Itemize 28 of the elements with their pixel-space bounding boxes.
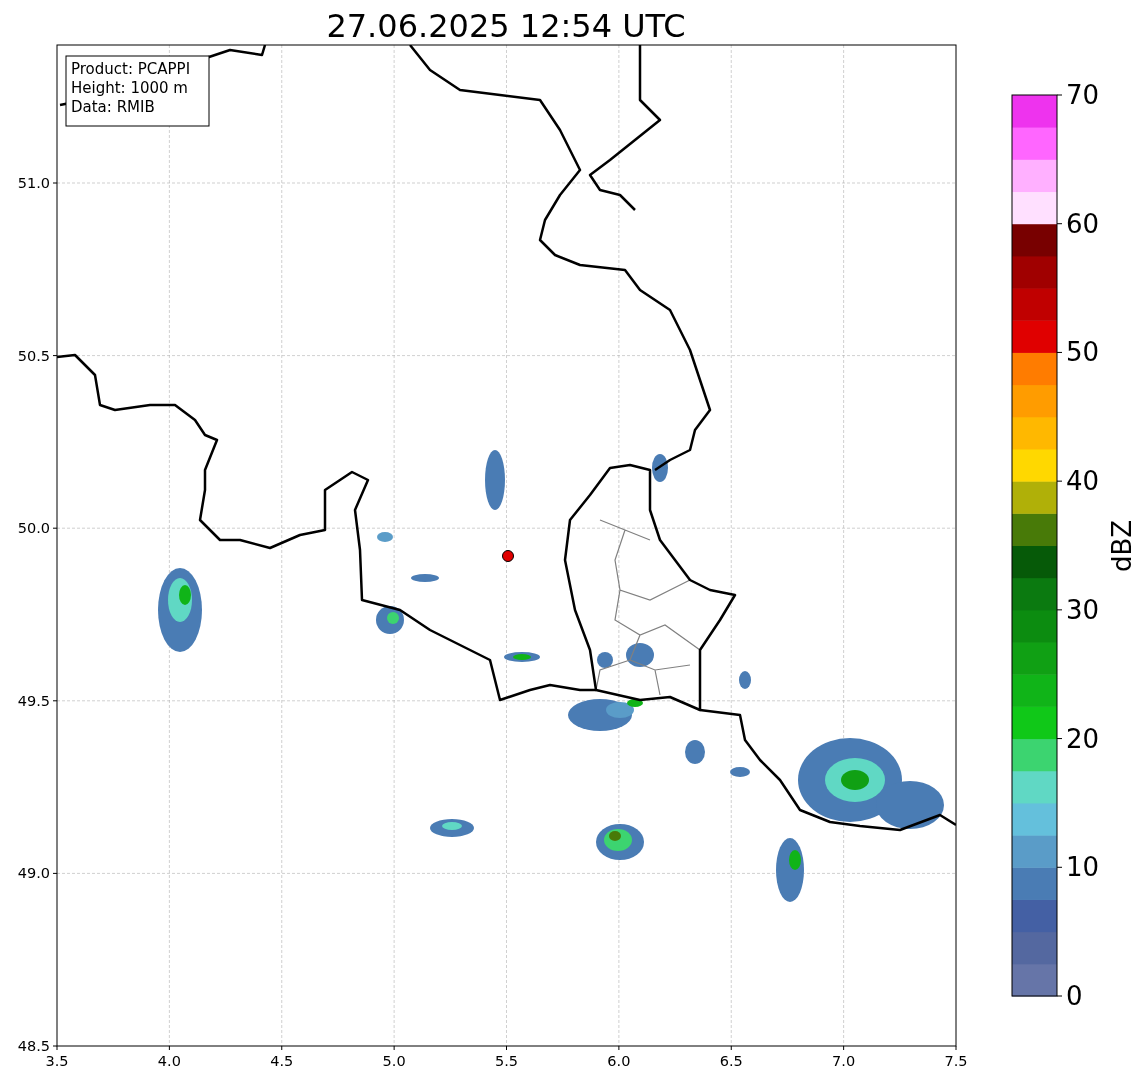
x-tick-label: 3.5 xyxy=(45,1053,69,1069)
y-tick-label: 49.0 xyxy=(17,865,50,882)
colorbar-tick-label: 10 xyxy=(1066,852,1100,883)
x-tick-label: 5.5 xyxy=(494,1053,519,1069)
colorbar-tick-label: 40 xyxy=(1066,466,1100,497)
colorbar-tick-label: 30 xyxy=(1066,594,1100,625)
y-tick-label: 50.5 xyxy=(17,347,50,364)
x-tick-label: 7.5 xyxy=(944,1053,968,1069)
colorbar-tick-label: 70 xyxy=(1066,80,1100,110)
x-tick-label: 5.0 xyxy=(382,1053,406,1069)
info-text: Product: PCAPPI xyxy=(71,60,191,78)
colorbar-label: dBZ xyxy=(1107,519,1137,573)
x-tick-label: 6.5 xyxy=(719,1053,743,1069)
info-text: Data: RMIB xyxy=(71,98,155,116)
y-tick-label: 51.0 xyxy=(17,175,50,191)
y-tick-label: 48.5 xyxy=(17,1038,50,1054)
y-tick-label: 49.5 xyxy=(17,692,50,709)
x-tick-label: 4.5 xyxy=(270,1053,294,1069)
x-tick-label: 4.0 xyxy=(157,1053,181,1069)
colorbar-tick-label: 20 xyxy=(1066,723,1100,754)
colorbar-tick-label: 50 xyxy=(1066,337,1100,368)
info-text: Height: 1000 m xyxy=(71,79,188,97)
x-tick-label: 6.0 xyxy=(607,1053,631,1069)
colorbar-tick-label: 0 xyxy=(1066,981,1083,1011)
colorbar-tick-label: 60 xyxy=(1066,208,1100,239)
x-tick-label: 7.0 xyxy=(832,1053,856,1069)
chart-title: 27.06.2025 12:54 UTC xyxy=(326,7,686,45)
y-tick-label: 50.0 xyxy=(17,520,50,537)
